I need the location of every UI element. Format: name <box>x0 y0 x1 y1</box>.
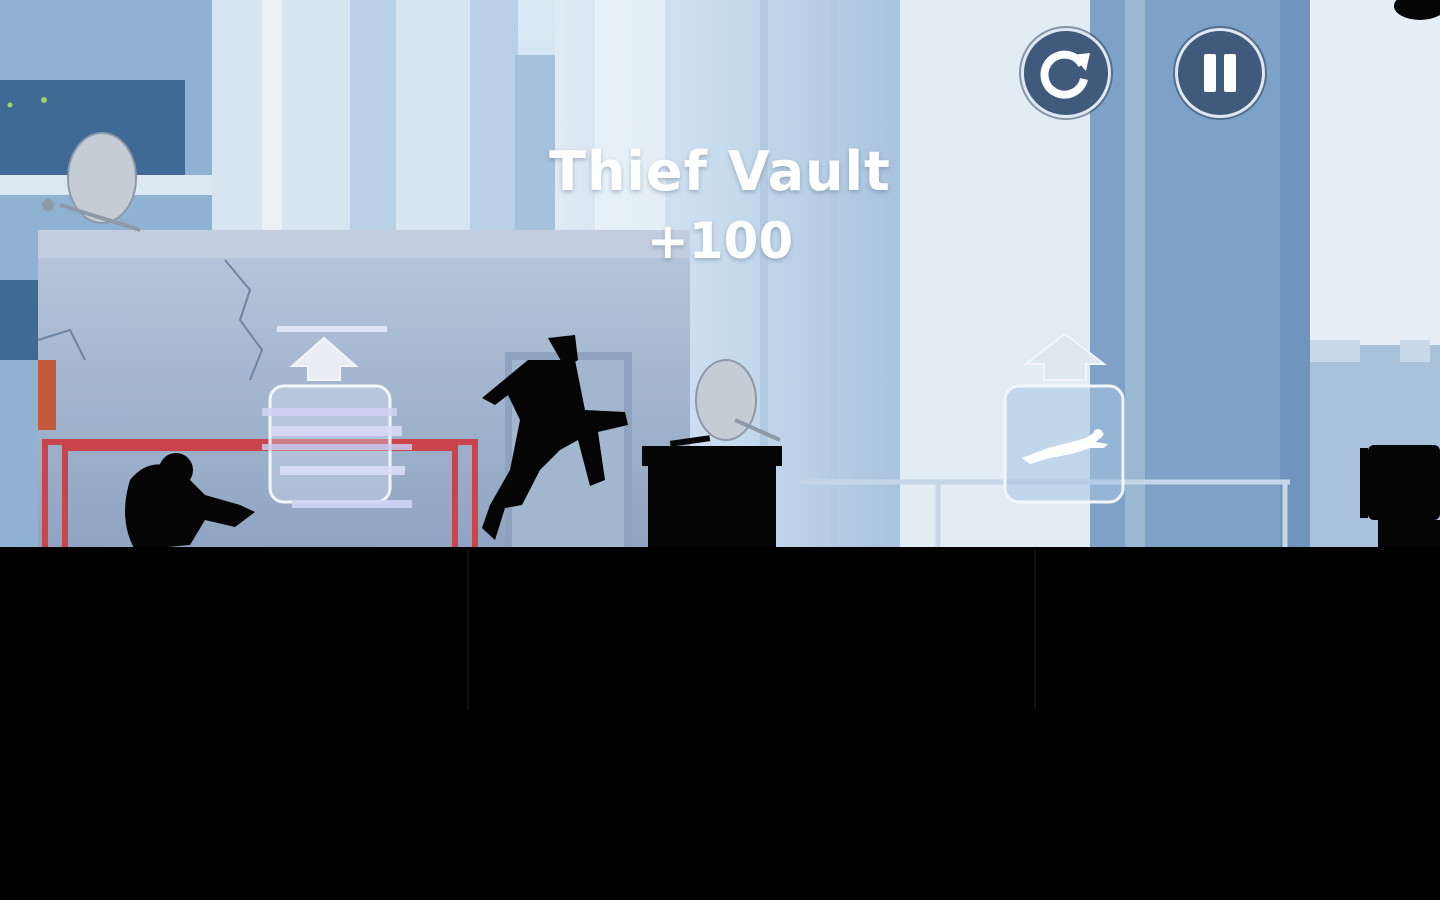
arrow-up-icon <box>257 326 412 508</box>
trick-name: Thief Vault <box>549 140 891 203</box>
restart-button[interactable] <box>1021 28 1111 118</box>
trick-points: +100 <box>646 212 794 270</box>
arrow-up-icon <box>1003 332 1125 504</box>
ground <box>0 547 1440 900</box>
jump-prompt[interactable] <box>257 318 412 518</box>
pause-button[interactable] <box>1175 28 1265 118</box>
crate-obstacle <box>642 435 782 550</box>
restart-icon <box>1040 50 1090 99</box>
pause-icon <box>1204 54 1236 92</box>
game-scene <box>0 0 1440 900</box>
dive-prompt[interactable] <box>1000 330 1130 510</box>
game-viewport[interactable]: Thief Vault +100 <box>0 0 1440 900</box>
